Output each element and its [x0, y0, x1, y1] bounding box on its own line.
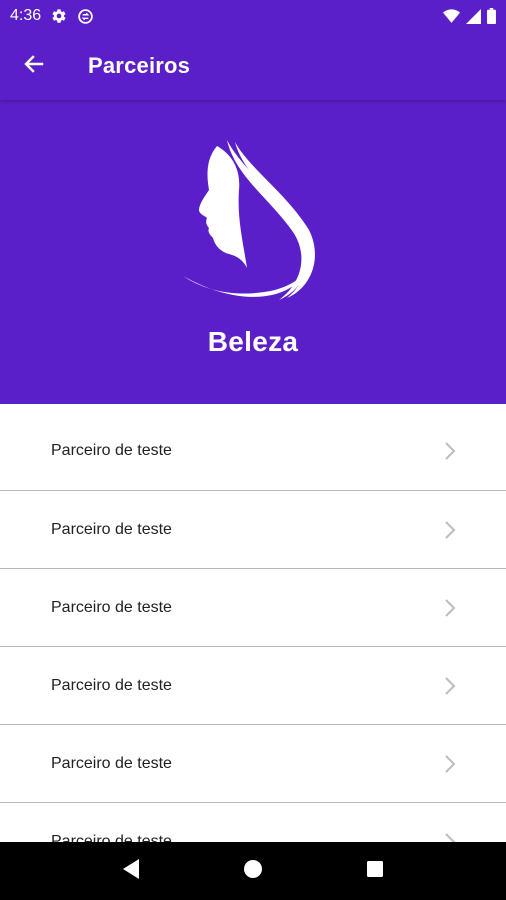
app-bar: Parceiros	[0, 32, 506, 100]
status-left: 4:36	[10, 7, 94, 25]
nav-recents-button[interactable]	[347, 847, 403, 895]
wifi-icon	[443, 8, 460, 24]
partner-name: Parceiro de teste	[51, 520, 172, 538]
category-title: Beleza	[207, 326, 299, 357]
list-item[interactable]: Parceiro de teste	[0, 491, 506, 569]
recents-square-icon	[366, 860, 384, 883]
sync-icon	[77, 8, 94, 25]
partner-list: Parceiro de teste Parceiro de teste Parc…	[0, 404, 506, 842]
chevron-right-icon	[444, 598, 456, 618]
list-item[interactable]: Parceiro de teste	[0, 647, 506, 725]
chevron-right-icon	[444, 520, 456, 540]
signal-icon	[466, 8, 481, 24]
category-header: Beleza	[0, 100, 506, 404]
list-item[interactable]: Parceiro de teste	[0, 725, 506, 803]
list-item[interactable]: Parceiro de teste	[0, 569, 506, 647]
partner-name: Parceiro de teste	[51, 442, 172, 459]
partner-name: Parceiro de teste	[51, 754, 172, 772]
chevron-right-icon	[444, 754, 456, 774]
chevron-right-icon	[444, 832, 456, 842]
list-item[interactable]: Parceiro de teste	[0, 803, 506, 842]
nav-back-button[interactable]	[103, 847, 159, 895]
partner-name: Parceiro de teste	[51, 832, 172, 843]
nav-home-button[interactable]	[225, 847, 281, 895]
back-triangle-icon	[121, 858, 141, 885]
page-title: Parceiros	[88, 53, 191, 78]
chevron-right-icon	[444, 441, 456, 461]
status-right	[443, 8, 496, 24]
back-button[interactable]	[0, 32, 68, 100]
list-item[interactable]: Parceiro de teste	[0, 404, 506, 491]
partner-name: Parceiro de teste	[51, 598, 172, 616]
chevron-right-icon	[444, 676, 456, 696]
gear-icon	[51, 8, 67, 24]
arrow-back-icon	[22, 52, 46, 81]
home-circle-icon	[243, 859, 263, 884]
partner-name: Parceiro de teste	[51, 676, 172, 694]
status-time: 4:36	[10, 7, 42, 24]
woman-profile-icon	[183, 138, 323, 308]
status-bar: 4:36	[0, 0, 506, 32]
system-nav-bar	[0, 842, 506, 900]
battery-icon	[487, 8, 496, 24]
